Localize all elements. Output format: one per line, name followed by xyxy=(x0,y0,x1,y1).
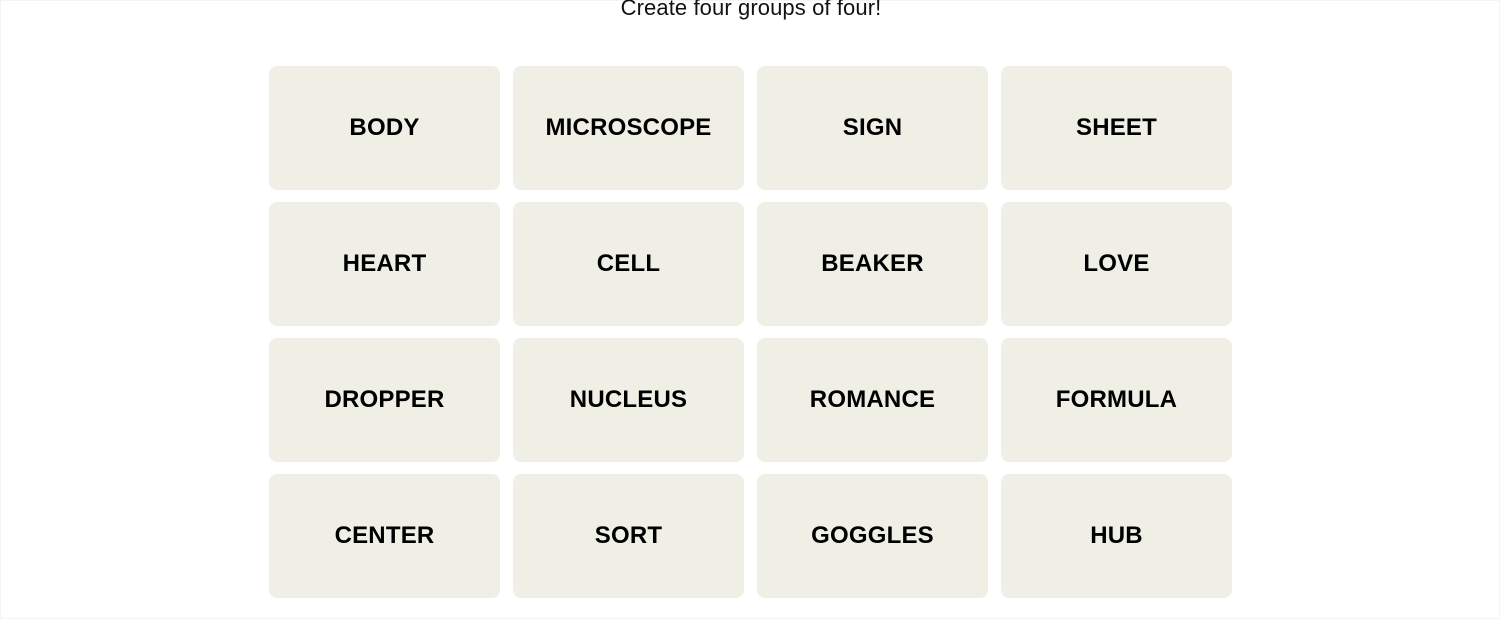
word-tile-goggles[interactable]: GOGGLES xyxy=(757,474,988,598)
word-tile-sheet[interactable]: SHEET xyxy=(1001,66,1232,190)
word-tile-romance[interactable]: ROMANCE xyxy=(757,338,988,462)
word-tile-label: SORT xyxy=(594,522,663,549)
word-tile-label: ROMANCE xyxy=(809,386,936,413)
word-tile-grid: BODY MICROSCOPE SIGN SHEET HEART CELL BE… xyxy=(269,66,1233,598)
connections-game-board: Create four groups of four! BODY MICROSC… xyxy=(0,0,1500,619)
word-tile-formula[interactable]: FORMULA xyxy=(1001,338,1232,462)
word-tile-love[interactable]: LOVE xyxy=(1001,202,1232,326)
word-tile-hub[interactable]: HUB xyxy=(1001,474,1232,598)
word-tile-label: MICROSCOPE xyxy=(545,114,712,141)
word-tile-label: GOGGLES xyxy=(811,522,934,549)
word-tile-heart[interactable]: HEART xyxy=(269,202,500,326)
word-tile-label: HEART xyxy=(342,250,427,277)
word-tile-label: HUB xyxy=(1090,522,1143,549)
word-tile-beaker[interactable]: BEAKER xyxy=(757,202,988,326)
word-tile-cell[interactable]: CELL xyxy=(513,202,744,326)
word-tile-label: BODY xyxy=(349,114,420,141)
word-tile-label: CENTER xyxy=(334,522,435,549)
word-tile-sort[interactable]: SORT xyxy=(513,474,744,598)
word-tile-label: DROPPER xyxy=(324,386,445,413)
word-tile-microscope[interactable]: MICROSCOPE xyxy=(513,66,744,190)
word-tile-label: SHEET xyxy=(1075,114,1157,141)
word-tile-sign[interactable]: SIGN xyxy=(757,66,988,190)
word-tile-label: BEAKER xyxy=(821,250,924,277)
word-tile-label: NUCLEUS xyxy=(569,386,688,413)
page-title: Create four groups of four! xyxy=(620,0,882,20)
word-tile-nucleus[interactable]: NUCLEUS xyxy=(513,338,744,462)
word-tile-body[interactable]: BODY xyxy=(269,66,500,190)
word-tile-center[interactable]: CENTER xyxy=(269,474,500,598)
word-tile-label: SIGN xyxy=(842,114,903,141)
word-tile-dropper[interactable]: DROPPER xyxy=(269,338,500,462)
word-tile-label: LOVE xyxy=(1083,250,1150,277)
word-tile-label: CELL xyxy=(596,250,661,277)
word-tile-label: FORMULA xyxy=(1055,386,1178,413)
